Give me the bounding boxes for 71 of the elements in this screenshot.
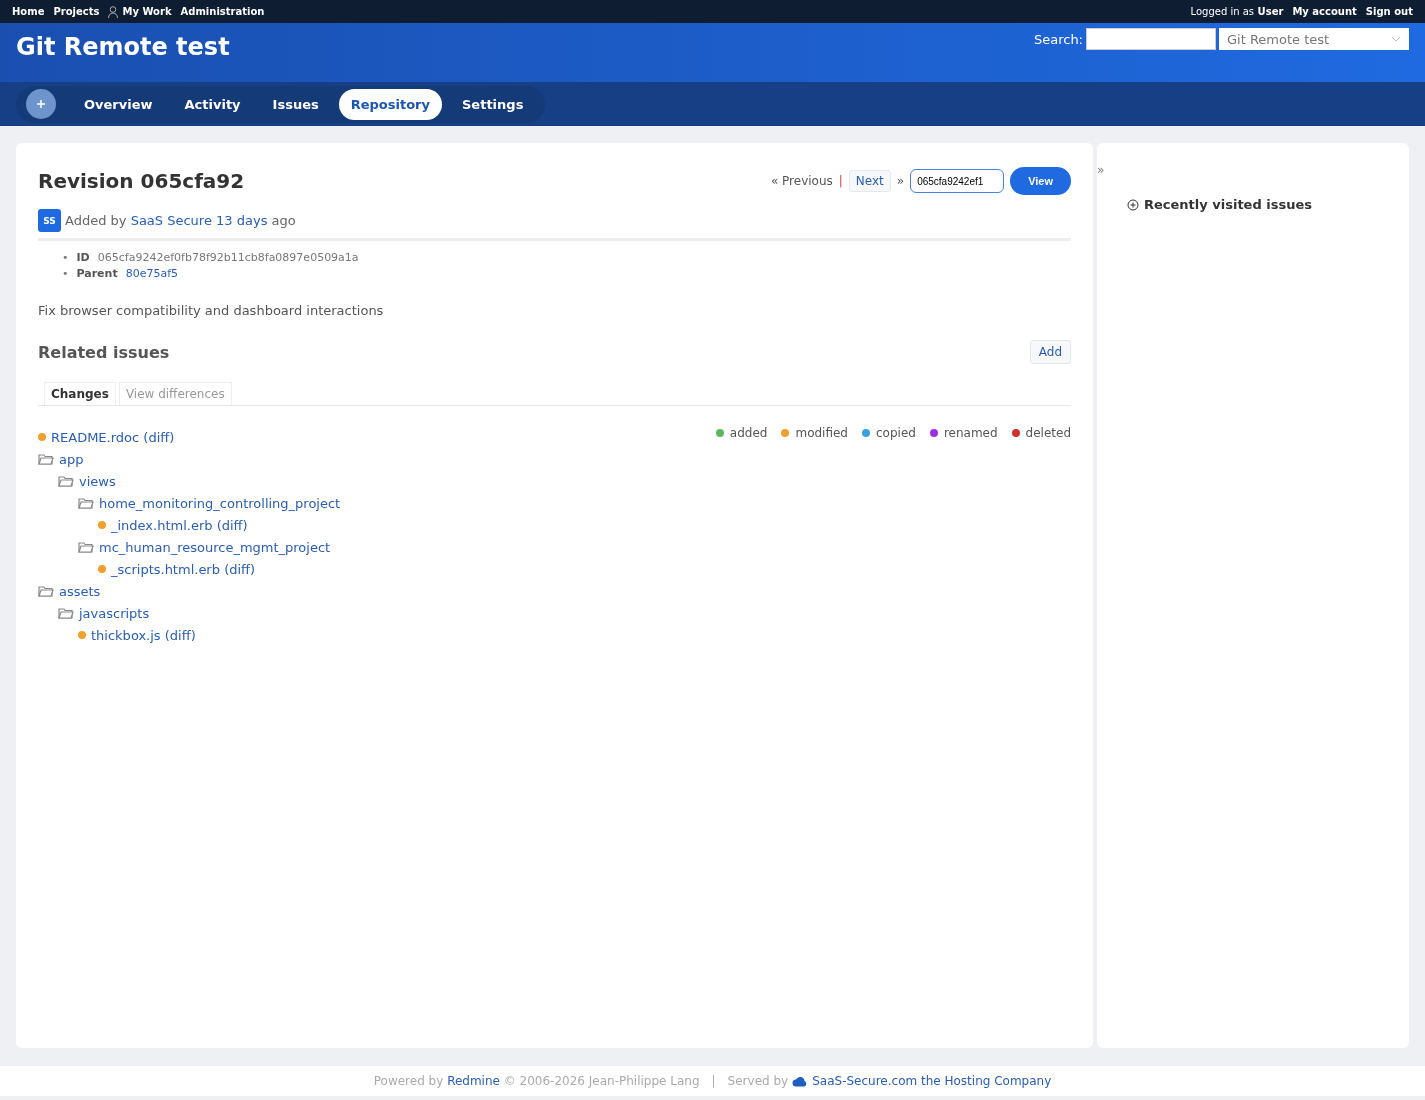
plus-icon	[37, 100, 45, 108]
avatar: SS	[38, 209, 61, 232]
search-label: Search:	[1033, 31, 1083, 47]
previous-link[interactable]: « Previous	[770, 174, 833, 188]
file-link[interactable]: _scripts.html.erb (diff)	[111, 561, 256, 577]
menu-tab[interactable]: Issues	[260, 88, 331, 120]
parent-link[interactable]: 80e75af5	[125, 267, 179, 281]
folder-icon	[38, 585, 54, 597]
separator: |	[838, 174, 843, 188]
cloud-icon	[792, 1075, 809, 1087]
folder-link[interactable]: views	[79, 473, 116, 489]
legend-label: added	[729, 426, 768, 440]
top-menu-link[interactable]: Home	[12, 6, 45, 17]
top-menu-link[interactable]: My Work	[108, 5, 172, 18]
redmine-link[interactable]: Redmine	[447, 1074, 500, 1088]
expand-icon	[1127, 198, 1139, 211]
footer-text: Powered by Redmine © 2006-2026 Jean-Philippe Lang	[373, 1074, 700, 1088]
sidebar-heading[interactable]: Recently visited issues	[1144, 197, 1312, 212]
bullet: •	[62, 251, 69, 265]
project-select[interactable]: Git Remote test	[1219, 28, 1409, 50]
revision-field[interactable]: 065cfa9242ef1	[910, 169, 1005, 193]
revision-title: Revision 065cfa92	[38, 169, 245, 193]
age-link[interactable]: 13 days	[216, 213, 268, 228]
user-icon	[108, 5, 119, 18]
menu-tab[interactable]: Settings	[450, 88, 536, 120]
top-menu-link[interactable]: Projects	[53, 6, 100, 17]
account-link[interactable]: Sign out	[1365, 6, 1413, 17]
folder-link[interactable]: mc_human_resource_mgmt_project	[99, 539, 331, 555]
project-title: Git Remote test	[16, 33, 230, 63]
legend-label: modified	[795, 426, 848, 440]
menu-tab[interactable]: Overview	[72, 88, 165, 120]
related-issues-heading: Related issues	[38, 342, 170, 362]
served-by-text: Served by	[727, 1074, 789, 1088]
bullet: •	[62, 267, 69, 281]
file-link[interactable]: _index.html.erb (diff)	[111, 517, 248, 533]
menu-tab[interactable]: Repository	[338, 88, 442, 120]
legend-label: renamed	[943, 426, 998, 440]
add-link[interactable]: Add	[1029, 340, 1071, 364]
account-link[interactable]: My account	[1292, 6, 1357, 17]
folder-icon	[78, 541, 94, 553]
folder-icon	[38, 453, 54, 465]
folder-link[interactable]: assets	[59, 583, 101, 599]
folder-link[interactable]: javascripts	[79, 605, 150, 621]
file-link[interactable]: thickbox.js (diff)	[91, 627, 196, 643]
search-field[interactable]	[1086, 28, 1216, 50]
menu-tab[interactable]: Activity	[172, 88, 253, 120]
legend-label: deleted	[1025, 426, 1071, 440]
folder-icon	[58, 475, 74, 487]
logged-in-text: Logged in as User	[1190, 6, 1284, 17]
folder-link[interactable]: home_monitoring_controlling_project	[99, 495, 341, 511]
host-link[interactable]: SaaS-Secure.com the Hosting Company	[812, 1074, 1052, 1088]
detail-label: Parent	[76, 267, 118, 281]
top-menu-link[interactable]: Administration	[180, 6, 265, 17]
folder-icon	[78, 497, 94, 509]
sidebar-toggle[interactable]: »	[1097, 163, 1105, 177]
view-button[interactable]: View	[1010, 167, 1071, 195]
commit-message: Fix browser compatibility and dashboard interactions	[38, 303, 385, 318]
view-tab[interactable]: Changes	[44, 382, 116, 405]
footer-separator: |	[711, 1074, 716, 1088]
next-link[interactable]: Next	[848, 170, 891, 192]
folder-icon	[58, 607, 74, 619]
folder-link[interactable]: app	[59, 451, 84, 467]
next-arrow: »	[896, 174, 905, 188]
author-link[interactable]: SaaS Secure	[130, 213, 212, 228]
file-link[interactable]: README.rdoc (diff)	[51, 429, 175, 445]
chevron-icon	[1391, 36, 1401, 42]
add-button[interactable]	[26, 89, 56, 119]
detail-value: 065cfa9242ef0fb78f92b11cb8fa0897e0509a1a	[97, 251, 359, 265]
legend-label: copied	[876, 426, 916, 440]
detail-label: ID	[76, 251, 90, 265]
author-line: Added by SaaS Secure 13 days ago	[65, 213, 296, 228]
